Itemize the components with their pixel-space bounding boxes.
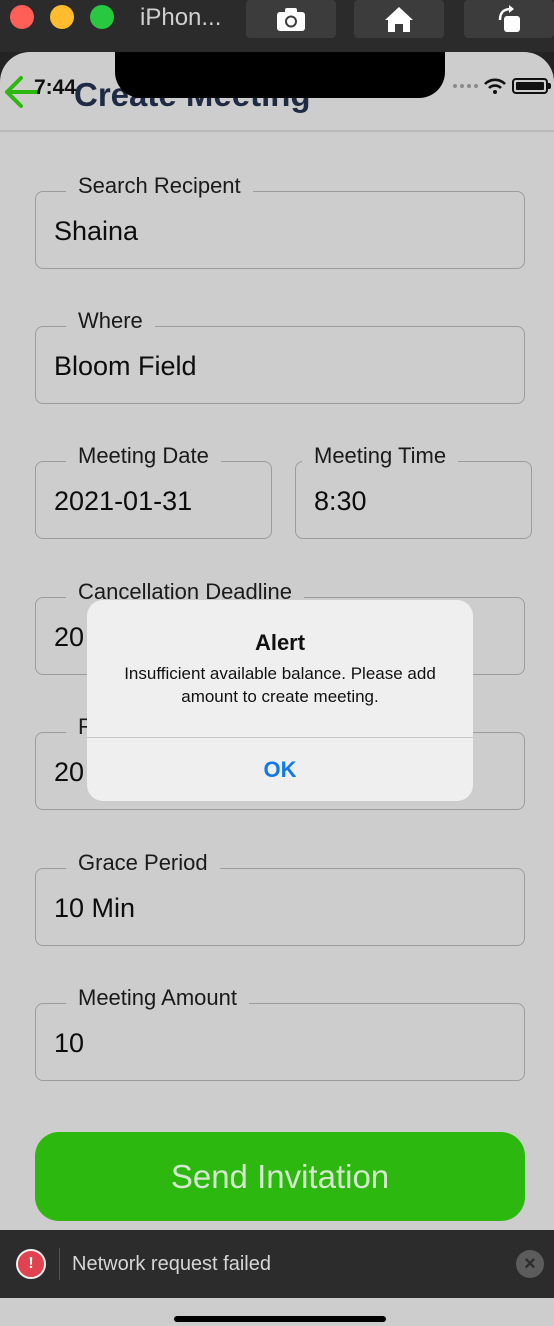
alert-title: Alert <box>254 630 306 655</box>
device-notch <box>115 52 445 98</box>
send-invitation-button[interactable]: Send Invitation <box>35 1132 525 1221</box>
home-button[interactable] <box>354 0 444 38</box>
grace-period-value: 10 Min <box>54 893 136 923</box>
error-toast: ! Network request failed × <box>0 1230 554 1298</box>
wifi-icon <box>484 78 506 94</box>
meeting-time-label: Meeting Time <box>302 443 459 469</box>
meeting-date-value: 2021-01-31 <box>54 486 193 516</box>
response-deadline-value: 20 <box>54 757 85 787</box>
rotate-button[interactable] <box>464 0 554 38</box>
phone-screen: 7:44 Create Meeting Search Recipent Shai… <box>0 52 554 1326</box>
minimize-window-button[interactable] <box>50 5 74 29</box>
recipient-field[interactable]: Search Recipent Shaina <box>35 173 525 269</box>
meeting-date-field[interactable]: Meeting Date 2021-01-31 <box>35 443 272 539</box>
meeting-amount-field[interactable]: Meeting Amount 10 <box>35 985 525 1081</box>
simulator-title-bar: iPhon... <box>0 0 554 52</box>
toast-separator <box>59 1248 60 1280</box>
signal-icon <box>453 84 478 88</box>
alert-message: Insufficient available balance. Please a… <box>124 664 436 706</box>
meeting-time-value: 8:30 <box>314 486 367 516</box>
where-field[interactable]: Where Bloom Field <box>35 308 525 404</box>
zoom-window-button[interactable] <box>90 5 114 29</box>
close-window-button[interactable] <box>10 5 34 29</box>
recipient-label: Search Recipent <box>66 173 253 199</box>
status-icons <box>453 78 551 94</box>
battery-icon <box>512 78 551 94</box>
grace-period-field[interactable]: Grace Period 10 Min <box>35 850 525 946</box>
meeting-time-field[interactable]: Meeting Time 8:30 <box>295 443 532 539</box>
meeting-amount-label: Meeting Amount <box>66 985 249 1011</box>
grace-period-label: Grace Period <box>66 850 220 876</box>
meeting-date-label: Meeting Date <box>66 443 221 469</box>
rotate-icon <box>498 5 520 32</box>
simulator-title: iPhon... <box>140 4 222 31</box>
home-icon <box>385 7 413 32</box>
screenshot-button[interactable] <box>246 0 336 38</box>
toast-message: Network request failed <box>72 1252 271 1275</box>
home-indicator[interactable] <box>174 1316 386 1322</box>
where-label: Where <box>66 308 155 334</box>
alert-dialog: Alert Insufficient available balance. Pl… <box>87 600 473 801</box>
where-value: Bloom Field <box>54 351 197 381</box>
recipient-value: Shaina <box>54 216 139 246</box>
meeting-amount-value: 10 <box>54 1028 85 1058</box>
alert-ok-button[interactable]: OK <box>87 738 473 801</box>
close-icon[interactable]: × <box>516 1250 544 1278</box>
camera-icon <box>277 8 305 31</box>
error-icon: ! <box>16 1249 46 1279</box>
cancellation-deadline-value: 20 <box>54 622 85 652</box>
status-time: 7:44 <box>34 76 77 99</box>
